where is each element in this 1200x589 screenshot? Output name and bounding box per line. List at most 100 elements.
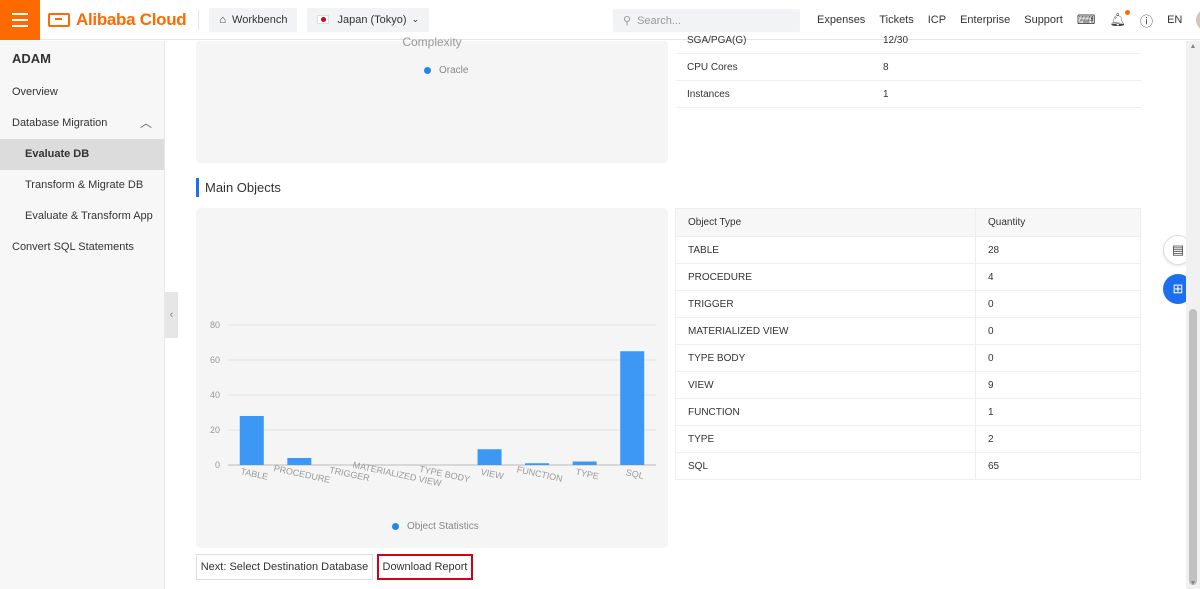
table-row: TRIGGER 0 — [676, 291, 1140, 318]
sidebar-item-label: Overview — [12, 86, 58, 98]
complexity-card: Complexity Oracle — [196, 35, 668, 163]
bell-icon[interactable]: 🔔︎ — [1110, 10, 1131, 28]
objects-table: Object Type Quantity TABLE 28 PROCEDURE 4 TR… — [675, 208, 1141, 480]
quantity-cell: 65 — [988, 460, 1000, 472]
notification-badge — [1125, 10, 1131, 15]
scroll-down-icon[interactable]: ▼ — [1189, 580, 1197, 587]
quantity-cell: 0 — [988, 298, 994, 310]
sidebar-item-overview[interactable]: Overview — [0, 77, 164, 108]
bar — [287, 458, 312, 465]
table-row: FUNCTION 1 — [676, 399, 1140, 426]
search-icon: ⚲ — [623, 15, 632, 27]
sidebar-item-database-migration[interactable]: Database Migration ︿ — [0, 108, 164, 139]
chevron-left-icon: ‹ — [169, 309, 174, 321]
workbench-button[interactable]: ⌂ Workbench — [209, 7, 298, 32]
y-tick-label: 40 — [210, 390, 220, 400]
y-tick-label: 80 — [210, 320, 220, 330]
sidebar-item-label: Evaluate DB — [25, 148, 90, 160]
table-row: TYPE BODY 0 — [676, 345, 1140, 372]
table-row: SQL 65 — [676, 453, 1140, 480]
sidebar-item-evaluate-transform-app[interactable]: Evaluate & Transform App — [0, 201, 164, 232]
column-header-object-type: Object Type — [676, 209, 976, 236]
summary-key: SGA/PGA(G) — [687, 34, 747, 46]
help-icon[interactable]: ⓘ — [1140, 11, 1153, 30]
sidebar-item-label: Evaluate & Transform App — [25, 210, 153, 222]
sidebar-item-label: Convert SQL Statements — [12, 241, 134, 253]
object-type-cell: FUNCTION — [676, 399, 976, 425]
download-report-button[interactable]: Download Report — [377, 554, 473, 580]
chart-legend: Object Statistics — [392, 521, 479, 532]
chevron-down-icon: ⌄ — [411, 14, 420, 24]
bar-chart: 020406080TABLE PROCEDURETRIGGERMATERIALIZ… — [210, 320, 656, 488]
sidebar-collapse-handle[interactable]: ‹ — [165, 292, 178, 338]
next-select-destination-button[interactable]: Next: Select Destination Database — [196, 554, 373, 580]
table-row: Instances 1 — [676, 81, 1141, 108]
alibaba-logo-icon — [48, 12, 70, 27]
language-switch[interactable]: EN — [1167, 14, 1182, 26]
object-type-cell: TYPE — [676, 426, 976, 452]
nav-tickets[interactable]: Tickets — [879, 14, 913, 26]
quantity-cell: 0 — [988, 352, 994, 364]
bar — [620, 351, 645, 465]
bar — [572, 461, 597, 465]
column-header-quantity: Quantity — [988, 217, 1026, 228]
summary-value: 8 — [883, 61, 889, 73]
y-tick-label: 0 — [215, 460, 220, 470]
sidebar-item-convert-sql[interactable]: Convert SQL Statements — [0, 232, 164, 263]
legend-dot-icon — [424, 67, 431, 74]
avatar[interactable] — [1196, 9, 1200, 31]
main-objects-chart: 0 20 40 60 80 TABLE PROCEDURE TRIGGER MATERIALIZ… — [196, 208, 668, 548]
table-row: SGA/PGA(G) 12/30 — [676, 27, 1141, 54]
quantity-cell: 4 — [988, 271, 994, 283]
menu-icon[interactable] — [0, 0, 40, 40]
table-row: PROCEDURE 4 — [676, 264, 1140, 291]
object-type-cell: TRIGGER — [676, 291, 976, 317]
nav-icp[interactable]: ICP — [928, 14, 946, 26]
region-selector[interactable]: Japan (Tokyo) ⌄ — [307, 7, 430, 32]
summary-key: CPU Cores — [687, 61, 738, 73]
summary-value: 1 — [883, 88, 889, 100]
x-tick-label: TYPE — [575, 467, 600, 482]
complexity-title: Complexity — [402, 35, 462, 49]
bar — [239, 416, 264, 465]
scroll-up-icon[interactable]: ▲ — [1189, 43, 1197, 50]
quantity-cell: 2 — [988, 433, 994, 445]
legend-dot-icon — [392, 523, 399, 530]
x-tick-label: TABLE — [240, 466, 269, 482]
sidebar: ADAM Overview Database Migration ︿ Evalu… — [0, 41, 165, 589]
x-tick-label: FUNCTION — [516, 464, 564, 483]
divider — [198, 9, 200, 30]
object-type-cell: VIEW — [676, 372, 976, 398]
quantity-cell: 9 — [988, 379, 994, 391]
legend-label: Object Statistics — [407, 521, 479, 532]
vertical-scrollbar[interactable]: ▲ ▼ — [1186, 41, 1200, 589]
region-label: Japan (Tokyo) — [337, 13, 407, 26]
quantity-cell: 28 — [988, 244, 1000, 256]
table-header: Object Type Quantity — [676, 209, 1140, 237]
brand-logo[interactable]: Alibaba Cloud — [48, 9, 187, 30]
scrollbar-thumb[interactable] — [1189, 309, 1197, 585]
section-title: Main Objects — [196, 178, 281, 197]
sidebar-item-label: Database Migration — [12, 117, 108, 129]
nav-enterprise[interactable]: Enterprise — [960, 14, 1010, 26]
brand-name: Alibaba Cloud — [76, 9, 187, 29]
sidebar-item-transform-migrate-db[interactable]: Transform & Migrate DB — [0, 170, 164, 201]
sidebar-item-evaluate-db[interactable]: Evaluate DB — [0, 139, 164, 170]
table-row: TABLE 28 — [676, 237, 1140, 264]
legend-label: Oracle — [439, 65, 469, 76]
search-input[interactable] — [637, 14, 788, 27]
nav-expenses[interactable]: Expenses — [817, 14, 865, 26]
y-tick-label: 60 — [210, 355, 220, 365]
summary-key: Instances — [687, 88, 730, 100]
quantity-cell: 1 — [988, 406, 994, 418]
bar — [525, 463, 550, 465]
summary-value: 12/30 — [883, 34, 909, 46]
x-tick-label: VIEW — [480, 467, 505, 482]
nav-support[interactable]: Support — [1024, 14, 1063, 26]
terminal-icon[interactable]: ⌨ — [1077, 12, 1096, 28]
quantity-cell: 0 — [988, 325, 994, 337]
bar — [477, 449, 502, 465]
summary-table: SGA/PGA(G) 12/30 CPU Cores 8 Instances 1 — [676, 27, 1141, 108]
object-type-cell: PROCEDURE — [676, 264, 976, 290]
table-row: CPU Cores 8 — [676, 54, 1141, 81]
